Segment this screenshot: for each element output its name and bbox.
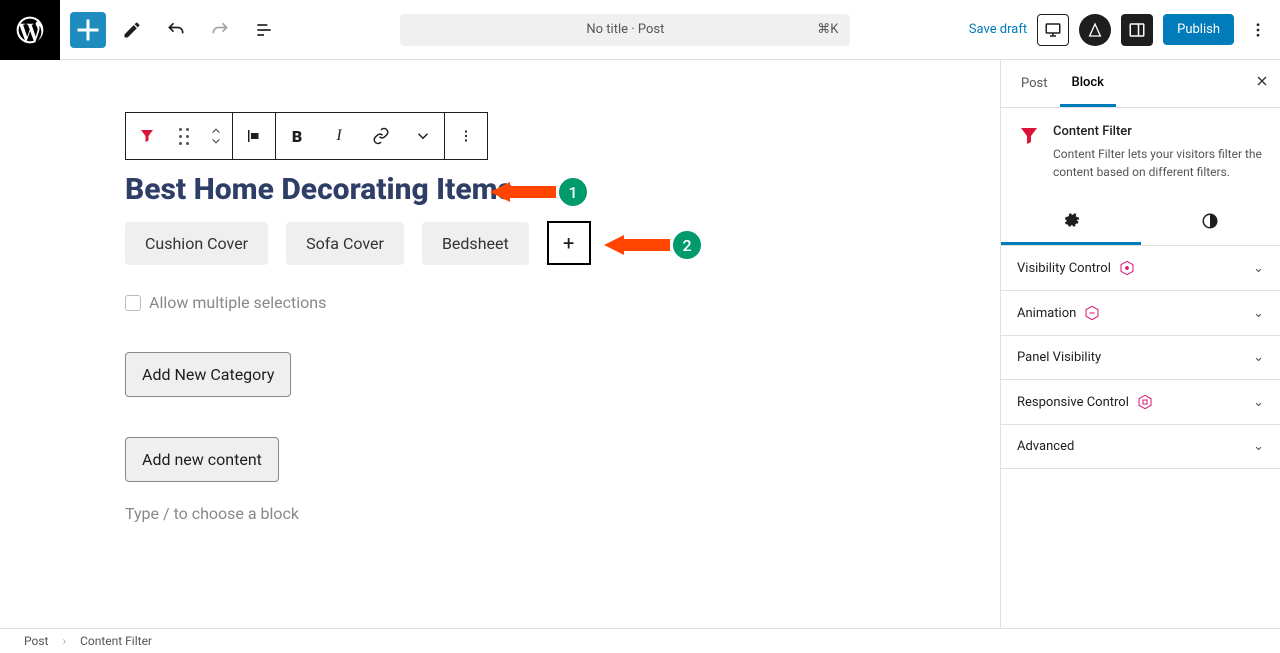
funnel-icon bbox=[138, 127, 156, 145]
settings-subtab[interactable] bbox=[1001, 197, 1141, 245]
save-draft-button[interactable]: Save draft bbox=[969, 22, 1027, 37]
filter-chip[interactable]: Bedsheet bbox=[422, 222, 529, 265]
body-wrap: B I Best Home Decorating Items Cushion C… bbox=[0, 60, 1280, 628]
redo-icon bbox=[210, 20, 230, 40]
drag-icon bbox=[179, 128, 189, 145]
device-hex-icon bbox=[1137, 394, 1153, 410]
settings-sidebar: Post Block Content Filter Content Filter… bbox=[1000, 60, 1280, 628]
chevron-down-icon: ⌄ bbox=[1253, 306, 1264, 321]
chevron-down-icon bbox=[414, 127, 432, 145]
top-left-tools bbox=[60, 12, 282, 48]
chevron-right-icon: › bbox=[62, 634, 66, 648]
desktop-icon bbox=[1044, 21, 1062, 39]
add-category-button[interactable]: Add New Category bbox=[125, 352, 291, 397]
filter-chip[interactable]: Sofa Cover bbox=[286, 222, 404, 265]
block-placeholder[interactable]: Type / to choose a block bbox=[125, 504, 1000, 523]
panel-visibility-control[interactable]: Visibility Control ⌄ bbox=[1001, 246, 1280, 291]
block-description: Content Filter lets your visitors filter… bbox=[1053, 145, 1264, 181]
breadcrumb: Post › Content Filter bbox=[0, 628, 1280, 653]
preview-button[interactable] bbox=[1037, 14, 1069, 46]
block-name: Content Filter bbox=[1053, 124, 1264, 139]
drag-handle[interactable] bbox=[168, 113, 200, 159]
document-title-bar: No title · Post ⌘K bbox=[282, 14, 969, 46]
document-title-text: No title · Post bbox=[586, 22, 664, 37]
sidebar-icon bbox=[1128, 21, 1146, 39]
pencil-icon bbox=[122, 20, 142, 40]
close-icon bbox=[1254, 73, 1270, 89]
chevron-down-icon bbox=[209, 136, 223, 146]
filter-chip[interactable]: Cushion Cover bbox=[125, 222, 268, 265]
panel-label: Responsive Control bbox=[1017, 395, 1129, 410]
panel-label: Animation bbox=[1017, 306, 1076, 321]
chevron-up-icon bbox=[209, 126, 223, 136]
astra-icon bbox=[1087, 22, 1103, 38]
link-icon bbox=[372, 127, 390, 145]
edit-tool-button[interactable] bbox=[114, 12, 150, 48]
undo-icon bbox=[166, 20, 186, 40]
plus-icon bbox=[70, 12, 106, 48]
chevron-down-icon: ⌄ bbox=[1253, 261, 1264, 276]
styles-subtab[interactable] bbox=[1141, 197, 1280, 245]
contrast-icon bbox=[1201, 212, 1219, 230]
panel-label: Visibility Control bbox=[1017, 261, 1111, 276]
panel-label: Panel Visibility bbox=[1017, 350, 1101, 365]
checkbox-icon[interactable] bbox=[125, 295, 141, 311]
add-block-button[interactable] bbox=[70, 12, 106, 48]
wordpress-icon bbox=[14, 14, 46, 46]
redo-button[interactable] bbox=[202, 12, 238, 48]
block-more-button[interactable] bbox=[445, 113, 487, 159]
block-toolbar: B I bbox=[125, 112, 488, 160]
list-icon bbox=[254, 20, 274, 40]
command-shortcut: ⌘K bbox=[817, 22, 838, 37]
motion-hex-icon bbox=[1084, 305, 1100, 321]
more-format-button[interactable] bbox=[402, 113, 444, 159]
panel-panel-visibility[interactable]: Panel Visibility ⌄ bbox=[1001, 336, 1280, 380]
block-sub-tabs bbox=[1001, 197, 1280, 246]
top-toolbar: No title · Post ⌘K Save draft Publish bbox=[0, 0, 1280, 60]
panel-responsive-control[interactable]: Responsive Control ⌄ bbox=[1001, 380, 1280, 425]
gear-icon bbox=[1062, 211, 1080, 229]
list-view-button[interactable] bbox=[246, 12, 282, 48]
panel-label: Advanced bbox=[1017, 439, 1074, 454]
allow-multiple-row[interactable]: Allow multiple selections bbox=[125, 293, 1000, 312]
align-button[interactable] bbox=[233, 113, 275, 159]
sidebar-tabs: Post Block bbox=[1001, 60, 1280, 108]
panel-advanced[interactable]: Advanced ⌄ bbox=[1001, 425, 1280, 469]
chevron-down-icon: ⌄ bbox=[1253, 395, 1264, 410]
sidebar-toggle-button[interactable] bbox=[1121, 14, 1153, 46]
content-filter-heading[interactable]: Best Home Decorating Items bbox=[125, 172, 1000, 207]
editor-area: B I Best Home Decorating Items Cushion C… bbox=[0, 60, 1000, 628]
more-options-button[interactable] bbox=[1244, 14, 1272, 46]
add-content-button[interactable]: Add new content bbox=[125, 437, 279, 482]
align-icon bbox=[245, 127, 263, 145]
filter-chips-row: Cushion Cover Sofa Cover Bedsheet + bbox=[125, 221, 1000, 265]
tab-post[interactable]: Post bbox=[1009, 62, 1060, 105]
block-info: Content Filter Content Filter lets your … bbox=[1001, 108, 1280, 197]
move-updown[interactable] bbox=[200, 113, 232, 159]
block-type-button[interactable] bbox=[126, 113, 168, 159]
tab-block[interactable]: Block bbox=[1060, 61, 1116, 107]
panel-animation[interactable]: Animation ⌄ bbox=[1001, 291, 1280, 336]
top-right-tools: Save draft Publish bbox=[969, 14, 1280, 46]
astra-button[interactable] bbox=[1079, 14, 1111, 46]
bold-button[interactable]: B bbox=[276, 113, 318, 159]
dots-vertical-icon bbox=[1249, 21, 1267, 39]
add-chip-button[interactable]: + bbox=[547, 221, 591, 265]
close-sidebar-button[interactable] bbox=[1254, 73, 1270, 94]
breadcrumb-block[interactable]: Content Filter bbox=[80, 634, 152, 648]
funnel-icon bbox=[1017, 124, 1041, 148]
breadcrumb-post[interactable]: Post bbox=[24, 634, 48, 648]
document-title-input[interactable]: No title · Post ⌘K bbox=[400, 14, 850, 46]
allow-multiple-label: Allow multiple selections bbox=[149, 293, 326, 312]
chevron-down-icon: ⌄ bbox=[1253, 350, 1264, 365]
publish-button[interactable]: Publish bbox=[1163, 14, 1234, 45]
undo-button[interactable] bbox=[158, 12, 194, 48]
eye-hex-icon bbox=[1119, 260, 1135, 276]
wordpress-logo[interactable] bbox=[0, 0, 60, 60]
dots-vertical-icon bbox=[457, 127, 475, 145]
chevron-down-icon: ⌄ bbox=[1253, 439, 1264, 454]
italic-button[interactable]: I bbox=[318, 113, 360, 159]
link-button[interactable] bbox=[360, 113, 402, 159]
